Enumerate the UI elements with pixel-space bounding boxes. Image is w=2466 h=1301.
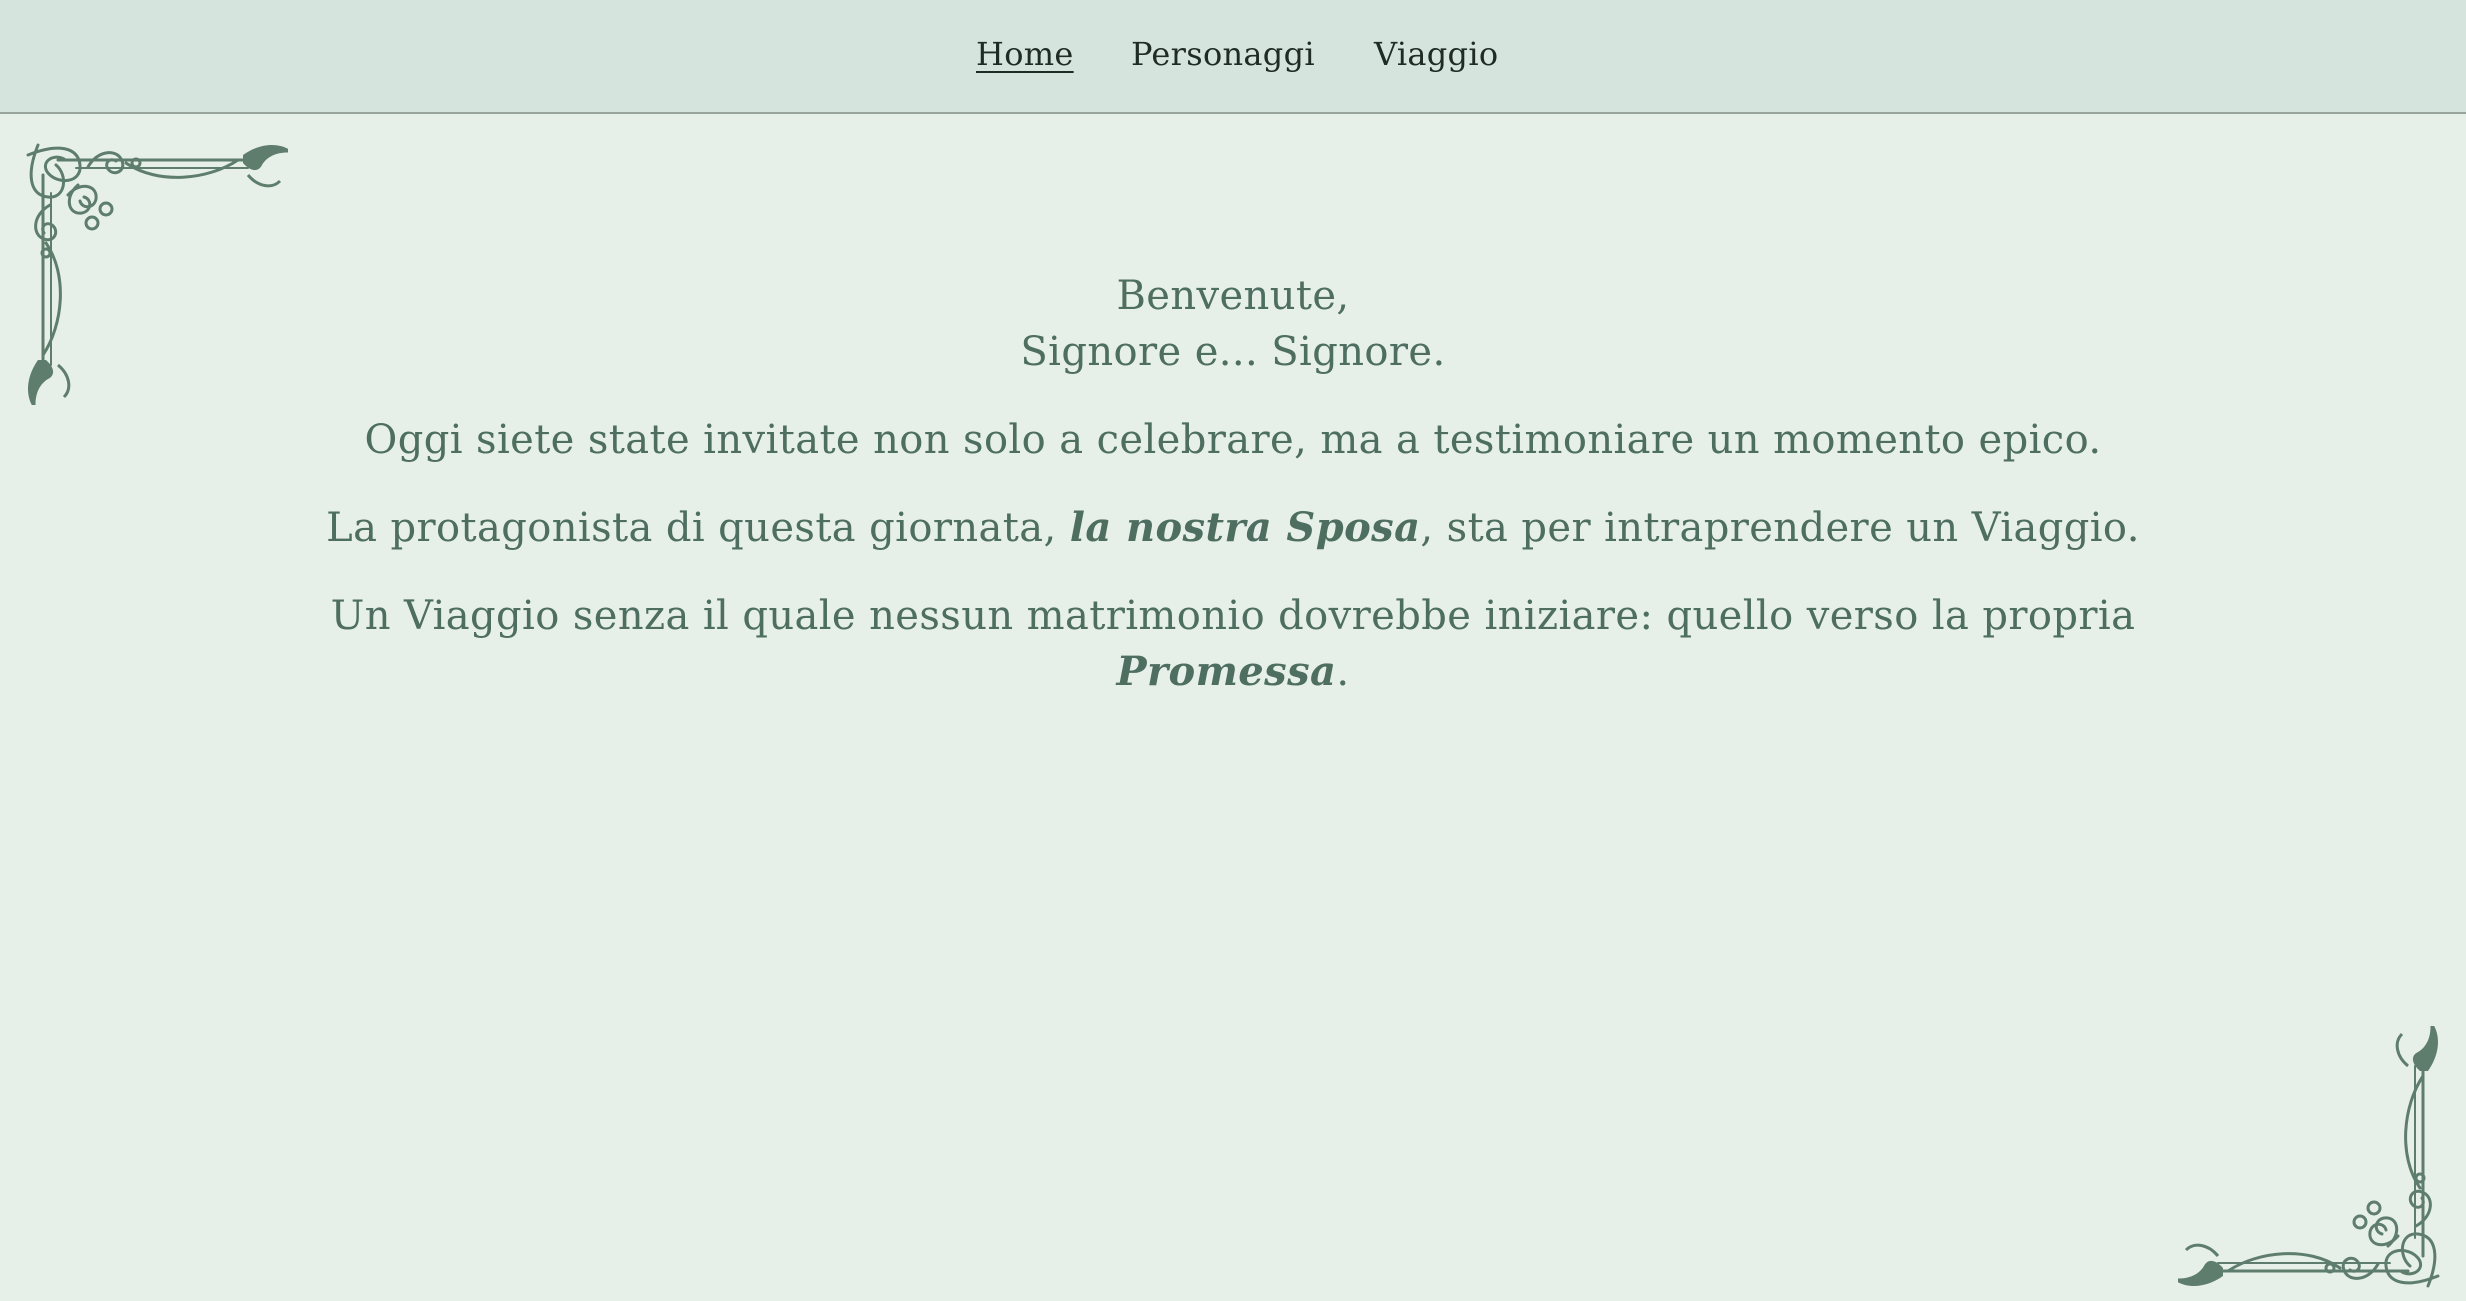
paragraph-invitation: Oggi siete state invitate non solo a cel… (364, 417, 2102, 463)
journey-emphasis: Promessa (1116, 648, 1337, 695)
nav-link-viaggio[interactable]: Viaggio (1374, 30, 1498, 78)
nav-link-home[interactable]: Home (976, 30, 1074, 78)
paragraph-journey: Un Viaggio senza il quale nessun matrimo… (300, 588, 2166, 700)
welcome-line-2: Signore e... Signore. (1020, 329, 1446, 375)
journey-text: Un Viaggio senza il quale nessun matrimo… (330, 593, 2136, 639)
corner-flourish-icon (2178, 1026, 2440, 1288)
top-navbar: Home Personaggi Viaggio (0, 0, 2466, 114)
welcome-greeting: Benvenute, Signore e... Signore. (300, 268, 2166, 380)
protagonist-text-before: La protagonista di questa giornata, (326, 505, 1070, 551)
welcome-line-1: Benvenute, (1116, 273, 1350, 319)
welcome-content: Benvenute, Signore e... Signore. Oggi si… (300, 268, 2166, 700)
protagonist-text-after: , sta per intraprendere un Viaggio. (1420, 505, 2140, 551)
page: Home Personaggi Viaggio Benvenute, Signo… (0, 0, 2466, 1301)
paragraph-protagonist: La protagonista di questa giornata, la n… (300, 500, 2166, 556)
nav-link-personaggi[interactable]: Personaggi (1131, 30, 1315, 78)
protagonist-emphasis: la nostra Sposa (1069, 504, 1421, 551)
corner-flourish-icon (26, 143, 288, 405)
journey-text-end: . (1336, 649, 1350, 695)
